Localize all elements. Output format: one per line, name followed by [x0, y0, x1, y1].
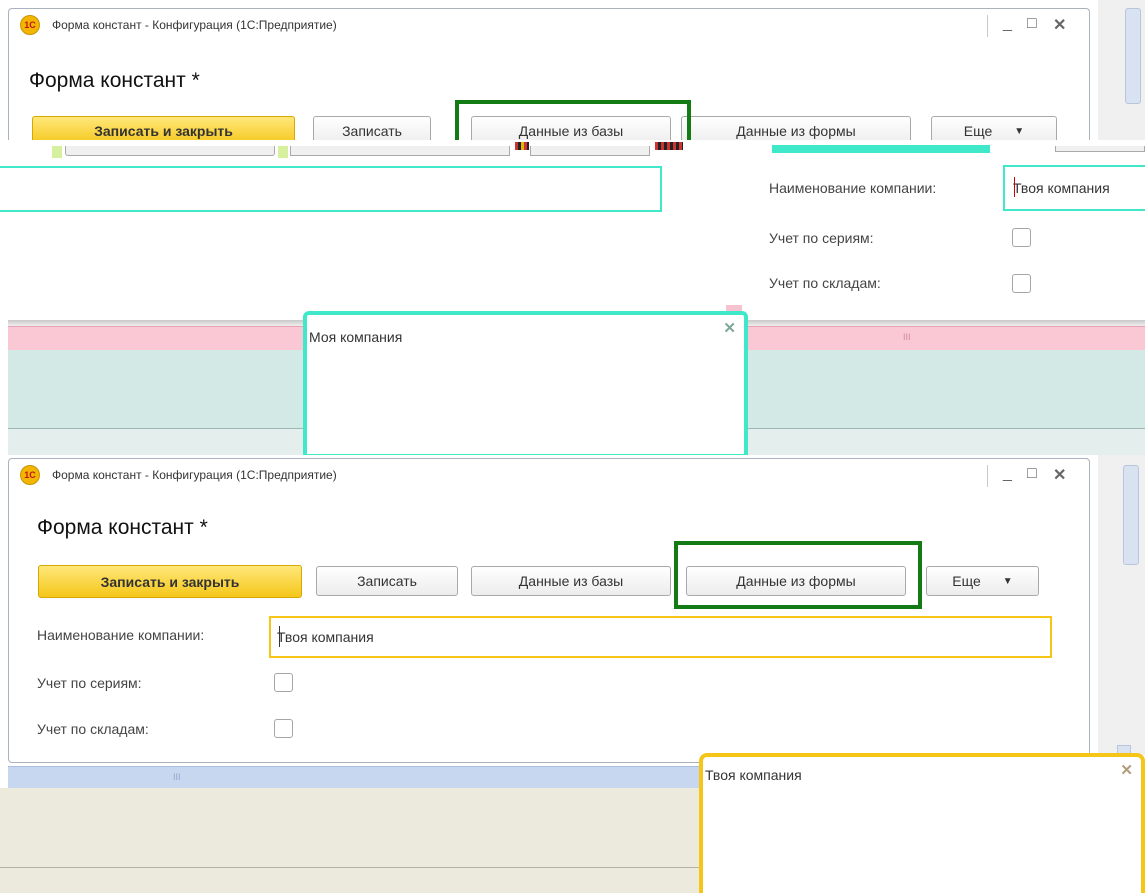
- window-title: Форма констант - Конфигурация (1С:Предпр…: [52, 468, 337, 482]
- write-and-close-label: Записать и закрыть: [94, 123, 233, 139]
- app-logo-icon: 1С: [20, 465, 40, 485]
- page-title: Форма констант *: [37, 516, 208, 539]
- glitch-pixels: [655, 142, 683, 150]
- top-titlebar: 1С Форма констант - Конфигурация (1С:Пре…: [9, 9, 1089, 41]
- write-label: Записать: [357, 573, 417, 589]
- glitch-fragment: [65, 146, 275, 156]
- cyan-empty-input[interactable]: [0, 166, 662, 212]
- more-label: Еще: [952, 573, 981, 589]
- close-icon[interactable]: ✕: [1053, 465, 1066, 485]
- company-name-input[interactable]: Твоя компания: [1003, 165, 1145, 211]
- bottom-scrollbar-thumb[interactable]: [1123, 465, 1139, 565]
- close-icon[interactable]: ✕: [1120, 761, 1133, 779]
- scroll-grip: III: [903, 332, 911, 342]
- more-label: Еще: [963, 123, 993, 139]
- maximize-icon[interactable]: □: [1027, 15, 1037, 33]
- close-icon[interactable]: ✕: [723, 319, 736, 337]
- green-highlight-frame: [674, 541, 922, 609]
- warehouses-label: Учет по складам:: [769, 275, 881, 291]
- bottom-popup[interactable]: Твоя компания ✕: [699, 753, 1145, 893]
- window-title: Форма констант - Конфигурация (1С:Предпр…: [52, 18, 337, 32]
- series-checkbox[interactable]: [274, 673, 293, 692]
- chevron-down-icon: ▼: [1002, 575, 1013, 587]
- company-name-label: Наименование компании:: [37, 627, 205, 643]
- text-cursor: [279, 626, 280, 647]
- maximize-icon[interactable]: □: [1027, 465, 1037, 483]
- top-scrollbar-thumb[interactable]: [1125, 8, 1141, 104]
- cyan-strip: [772, 145, 990, 153]
- write-button[interactable]: Записать: [316, 566, 458, 596]
- data-from-db-label: Данные из базы: [518, 573, 624, 589]
- top-popup[interactable]: Моя компания ✕: [303, 311, 748, 458]
- bottom-screenshot: 1С Форма констант - Конфигурация (1С:Пре…: [0, 455, 1145, 893]
- write-and-close-label: Записать и закрыть: [100, 573, 240, 590]
- data-from-db-button[interactable]: Данные из базы: [471, 566, 671, 596]
- app-logo-icon: 1С: [20, 15, 40, 35]
- title-divider: [987, 15, 988, 37]
- scroll-grip: III: [173, 772, 181, 782]
- warehouses-label: Учет по складам:: [37, 721, 149, 737]
- warehouses-checkbox[interactable]: [1012, 274, 1031, 293]
- company-name-value: Твоя компания: [277, 629, 374, 645]
- glitch-pixels: [278, 146, 288, 158]
- top-popup-text: Моя компания: [309, 329, 403, 345]
- top-screenshot: 1С Форма констант - Конфигурация (1С:Пре…: [0, 0, 1145, 458]
- minimize-icon[interactable]: _: [1003, 15, 1012, 33]
- page-title: Форма констант *: [29, 69, 200, 92]
- glitch-pixels: [52, 146, 62, 158]
- title-divider: [987, 465, 988, 487]
- minimize-icon[interactable]: _: [1003, 465, 1012, 483]
- write-label: Записать: [342, 123, 402, 139]
- data-from-form-label: Данные из формы: [736, 123, 856, 139]
- glitch-pixels: [515, 142, 529, 150]
- glitch-fragment: [1055, 146, 1145, 152]
- company-name-label: Наименование компании:: [769, 180, 937, 196]
- chevron-down-icon: ▼: [1014, 125, 1025, 137]
- series-label: Учет по сериям:: [769, 230, 874, 246]
- bottom-window: 1С Форма констант - Конфигурация (1С:Пре…: [8, 458, 1090, 763]
- close-icon[interactable]: ✕: [1053, 15, 1066, 35]
- glitch-fragment: [290, 146, 510, 156]
- bottom-popup-text: Твоя компания: [705, 767, 802, 783]
- company-name-value: Твоя компания: [1013, 180, 1110, 196]
- series-checkbox[interactable]: [1012, 228, 1031, 247]
- company-name-input[interactable]: Твоя компания: [269, 616, 1052, 658]
- more-button[interactable]: Еще ▼: [926, 566, 1039, 596]
- bottom-titlebar: 1С Форма констант - Конфигурация (1С:Пре…: [9, 459, 1089, 491]
- series-label: Учет по сериям:: [37, 675, 142, 691]
- text-cursor: [1014, 177, 1015, 197]
- glitch-fragment: [530, 146, 650, 156]
- write-and-close-button[interactable]: Записать и закрыть: [38, 565, 302, 598]
- warehouses-checkbox[interactable]: [274, 719, 293, 738]
